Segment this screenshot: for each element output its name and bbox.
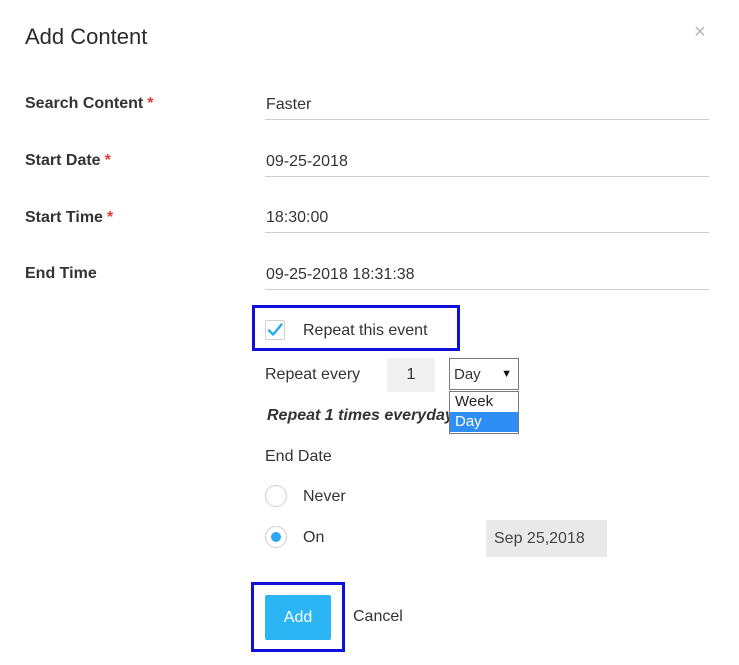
start-time-label: Start Time * bbox=[25, 209, 114, 226]
end-time-label: End Time bbox=[25, 265, 97, 282]
cancel-button[interactable]: Cancel bbox=[353, 608, 403, 626]
start-time-input[interactable] bbox=[265, 203, 709, 233]
start-date-label: Start Date * bbox=[25, 152, 111, 169]
repeat-unit-select[interactable]: Day ▼ bbox=[449, 358, 519, 390]
on-radio[interactable] bbox=[265, 526, 287, 548]
never-radio-label[interactable]: Never bbox=[303, 488, 346, 506]
never-radio[interactable] bbox=[265, 485, 287, 507]
repeat-count-input[interactable]: 1 bbox=[387, 358, 435, 392]
repeat-checkbox-label[interactable]: Repeat this event bbox=[303, 322, 428, 340]
checkmark-icon bbox=[267, 323, 283, 336]
start-date-input[interactable] bbox=[265, 147, 709, 177]
add-button[interactable]: Add bbox=[265, 595, 331, 640]
dialog-title: Add Content bbox=[25, 24, 148, 49]
repeat-summary: Repeat 1 times everyday bbox=[267, 407, 449, 424]
end-date-label: End Date bbox=[265, 448, 332, 465]
option-day[interactable]: Day bbox=[450, 412, 518, 432]
required-marker: * bbox=[147, 95, 154, 112]
end-date-value[interactable]: Sep 25,2018 bbox=[486, 520, 607, 557]
dropdown-arrow-icon: ▼ bbox=[501, 368, 512, 380]
required-marker: * bbox=[104, 152, 111, 169]
option-week[interactable]: Week bbox=[450, 392, 518, 412]
repeat-every-label: Repeat every bbox=[265, 366, 361, 383]
search-content-input[interactable] bbox=[265, 90, 709, 120]
end-time-input[interactable] bbox=[265, 260, 709, 290]
required-marker: * bbox=[106, 209, 114, 226]
repeat-unit-dropdown: Week Day bbox=[449, 391, 519, 434]
repeat-unit-selected: Day bbox=[454, 366, 481, 383]
on-radio-label[interactable]: On bbox=[303, 529, 324, 547]
repeat-checkbox[interactable] bbox=[265, 320, 285, 340]
close-icon[interactable]: × bbox=[694, 22, 706, 42]
search-content-label: Search Content * bbox=[25, 95, 154, 112]
